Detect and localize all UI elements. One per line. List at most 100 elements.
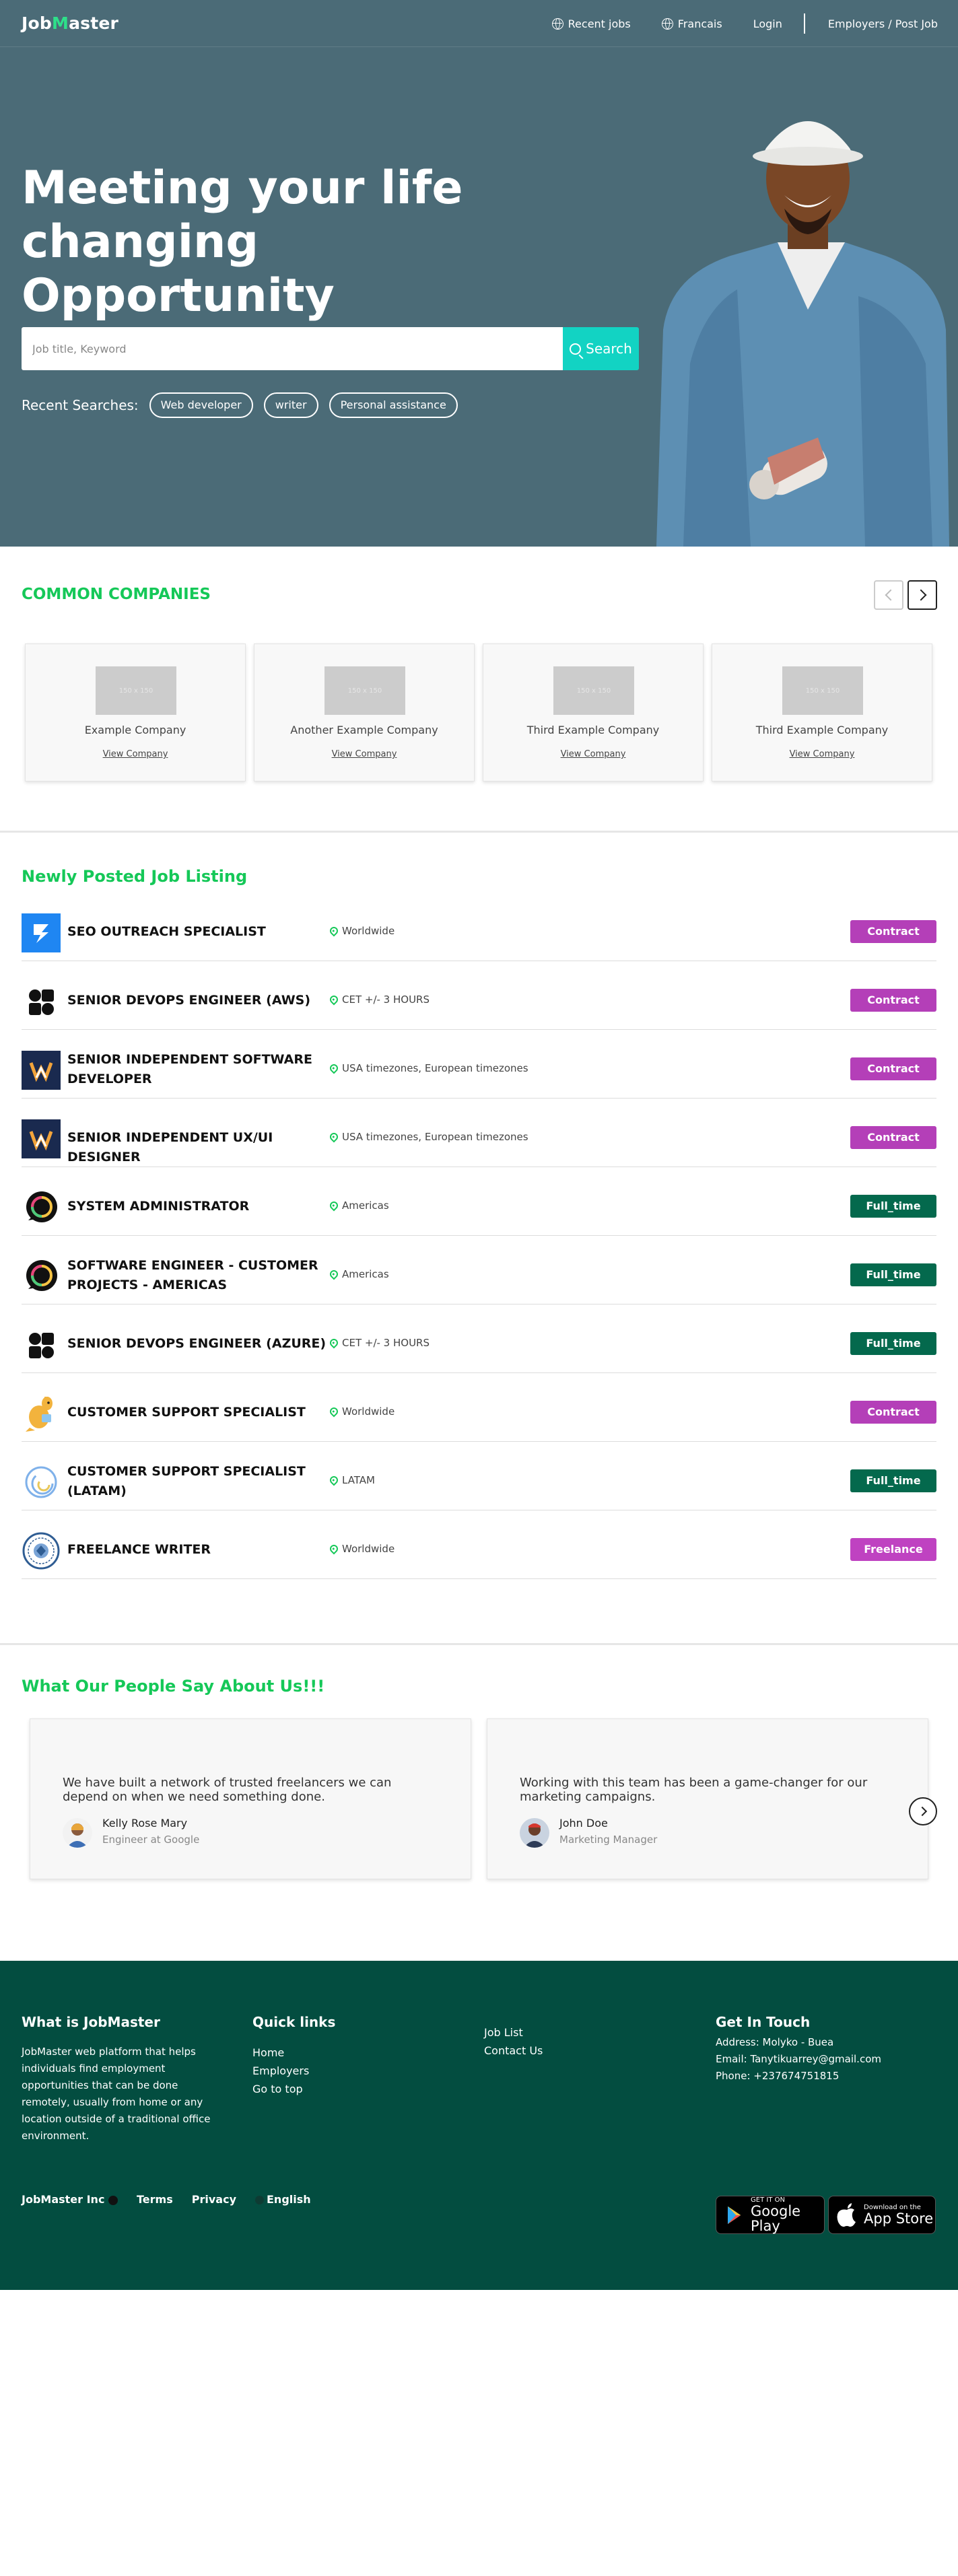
search-button[interactable]: Search (563, 327, 639, 370)
job-type-badge[interactable]: Contract (850, 1057, 936, 1080)
job-type-badge[interactable]: Contract (850, 989, 936, 1012)
testimonial-role: Marketing Manager (559, 1834, 658, 1846)
footer-phone[interactable]: Phone: +237674751815 (716, 2068, 881, 2085)
globe-icon (255, 2196, 264, 2204)
companies-prev-button[interactable] (874, 580, 903, 610)
footer-link-top[interactable]: Go to top (252, 2080, 335, 2098)
job-type-badge[interactable]: Contract (850, 1126, 936, 1149)
logo[interactable]: JobMaster (22, 13, 118, 33)
job-title[interactable]: SENIOR DEVOPS ENGINEER (AZURE) (67, 1334, 337, 1354)
job-row[interactable]: SENIOR INDEPENDENT UX/UI DESIGNER USA ti… (22, 1099, 936, 1167)
footer-link-employers[interactable]: Employers (252, 2062, 335, 2080)
recent-search-chip[interactable]: Web developer (149, 392, 253, 418)
job-row[interactable]: SOFTWARE ENGINEER - CUSTOMER PROJECTS - … (22, 1236, 936, 1304)
footer-terms-link[interactable]: Terms (137, 2193, 173, 2206)
nav-employers[interactable]: Employers / Post Job (828, 18, 938, 30)
job-row[interactable]: CUSTOMER SUPPORT SPECIALIST Worldwide Co… (22, 1373, 936, 1442)
job-title[interactable]: CUSTOMER SUPPORT SPECIALIST (67, 1403, 337, 1422)
nav-divider (803, 13, 805, 34)
footer-company: JobMaster Inc (22, 2193, 118, 2206)
job-location: Americas (328, 1199, 389, 1212)
job-row[interactable]: SENIOR DEVOPS ENGINEER (AWS) CET +/- 3 H… (22, 961, 936, 1030)
job-type-badge[interactable]: Contract (850, 1401, 936, 1424)
company-card[interactable]: 150 x 150 Third Example Company View Com… (483, 643, 704, 781)
w-logo-icon (22, 1051, 61, 1090)
app-store-button[interactable]: Download on the App Store (828, 2196, 936, 2234)
nav-login[interactable]: Login (753, 18, 782, 30)
recent-search-chip[interactable]: writer (263, 392, 318, 418)
hero-section: JobMaster Recent jobs Francais Login Emp… (0, 0, 958, 547)
job-type-badge[interactable]: Contract (850, 920, 936, 943)
testimonials-title: What Our People Say About Us!!! (22, 1677, 325, 1696)
view-company-link[interactable]: View Company (254, 749, 474, 759)
job-type-badge[interactable]: Freelance (850, 1538, 936, 1561)
companies-next-button[interactable] (908, 580, 937, 610)
footer-link-home[interactable]: Home (252, 2044, 335, 2062)
chevron-right-icon (915, 589, 926, 601)
job-title[interactable]: SENIOR INDEPENDENT SOFTWARE DEVELOPER (67, 1050, 337, 1089)
job-row[interactable]: SENIOR DEVOPS ENGINEER (AZURE) CET +/- 3… (22, 1304, 936, 1373)
shapes-logo-icon (29, 1333, 54, 1358)
blue-s-logo-icon (22, 913, 61, 952)
company-card[interactable]: 150 x 150 Another Example Company View C… (254, 643, 475, 781)
swirl-logo-icon (25, 1466, 57, 1498)
location-pin-icon (328, 1474, 340, 1486)
footer-contact: Get In Touch Address: Molyko - Buea Emai… (716, 2014, 881, 2085)
job-title[interactable]: SYSTEM ADMINISTRATOR (67, 1197, 337, 1216)
job-row[interactable]: CUSTOMER SUPPORT SPECIALIST (LATAM) LATA… (22, 1442, 936, 1510)
footer-link-job-list[interactable]: Job List (484, 2023, 543, 2042)
job-title[interactable]: SOFTWARE ENGINEER - CUSTOMER PROJECTS - … (67, 1256, 337, 1295)
nav-language[interactable]: Francais (661, 18, 722, 30)
location-pin-icon (328, 1131, 340, 1143)
hero-person-image (656, 121, 949, 547)
job-row[interactable]: SYSTEM ADMINISTRATOR Americas Full_time (22, 1167, 936, 1236)
company-card[interactable]: 150 x 150 Third Example Company View Com… (712, 643, 932, 781)
job-row[interactable]: FREELANCE WRITER Worldwide Freelance (22, 1510, 936, 1579)
company-logo-placeholder: 150 x 150 (782, 666, 863, 715)
location-pin-icon (328, 925, 340, 937)
avatar (63, 1818, 92, 1848)
recent-search-chip[interactable]: Personal assistance (329, 392, 458, 418)
companies-title: COMMON COMPANIES (22, 586, 211, 603)
job-title[interactable]: SENIOR DEVOPS ENGINEER (AWS) (67, 991, 337, 1010)
section-divider (0, 1643, 958, 1645)
recent-searches: Recent Searches: Web developer writer Pe… (22, 392, 469, 418)
testimonials-next-button[interactable] (909, 1797, 937, 1825)
job-title[interactable]: FREELANCE WRITER (67, 1540, 337, 1560)
search-input[interactable] (22, 327, 563, 370)
company-name: Another Example Company (290, 724, 438, 736)
avatar (520, 1818, 549, 1848)
job-type-badge[interactable]: Full_time (850, 1263, 936, 1286)
view-company-link[interactable]: View Company (712, 749, 932, 759)
job-location: Worldwide (328, 1405, 395, 1418)
chevron-right-icon (917, 1806, 927, 1817)
location-pin-icon (328, 1062, 340, 1074)
testimonial-name: John Doe (559, 1817, 608, 1830)
footer-about-title: What is JobMaster (22, 2014, 160, 2030)
job-type-badge[interactable]: Full_time (850, 1195, 936, 1218)
nav-recent-jobs[interactable]: Recent jobs (551, 18, 631, 30)
job-row[interactable]: SEO OUTREACH SPECIALIST Worldwide Contra… (22, 893, 936, 961)
job-row[interactable]: SENIOR INDEPENDENT SOFTWARE DEVELOPER US… (22, 1030, 936, 1099)
footer-privacy-link[interactable]: Privacy (192, 2193, 236, 2206)
footer-email[interactable]: Email: Tanytikuarrey@gmail.com (716, 2051, 881, 2068)
copyright-icon (108, 2195, 118, 2205)
view-company-link[interactable]: View Company (26, 749, 245, 759)
location-pin-icon (328, 1199, 340, 1212)
recent-searches-label: Recent Searches: (22, 397, 139, 413)
chevron-left-icon (885, 589, 896, 601)
job-title[interactable]: SENIOR INDEPENDENT UX/UI DESIGNER (67, 1128, 337, 1167)
job-type-badge[interactable]: Full_time (850, 1332, 936, 1355)
google-play-button[interactable]: GET IT ON Google Play (716, 2196, 825, 2234)
view-company-link[interactable]: View Company (483, 749, 703, 759)
footer-contact-title: Get In Touch (716, 2014, 811, 2030)
footer-link-contact[interactable]: Contact Us (484, 2042, 543, 2060)
job-type-badge[interactable]: Full_time (850, 1469, 936, 1492)
footer-bottom-bar: JobMaster Inc Terms Privacy English (22, 2193, 330, 2206)
job-title[interactable]: SEO OUTREACH SPECIALIST (67, 922, 337, 942)
job-title[interactable]: CUSTOMER SUPPORT SPECIALIST (LATAM) (67, 1462, 337, 1501)
google-play-label: Google Play (751, 2203, 801, 2234)
company-card[interactable]: 150 x 150 Example Company View Company (25, 643, 246, 781)
company-name: Third Example Company (755, 724, 889, 736)
footer-language[interactable]: English (255, 2193, 311, 2206)
